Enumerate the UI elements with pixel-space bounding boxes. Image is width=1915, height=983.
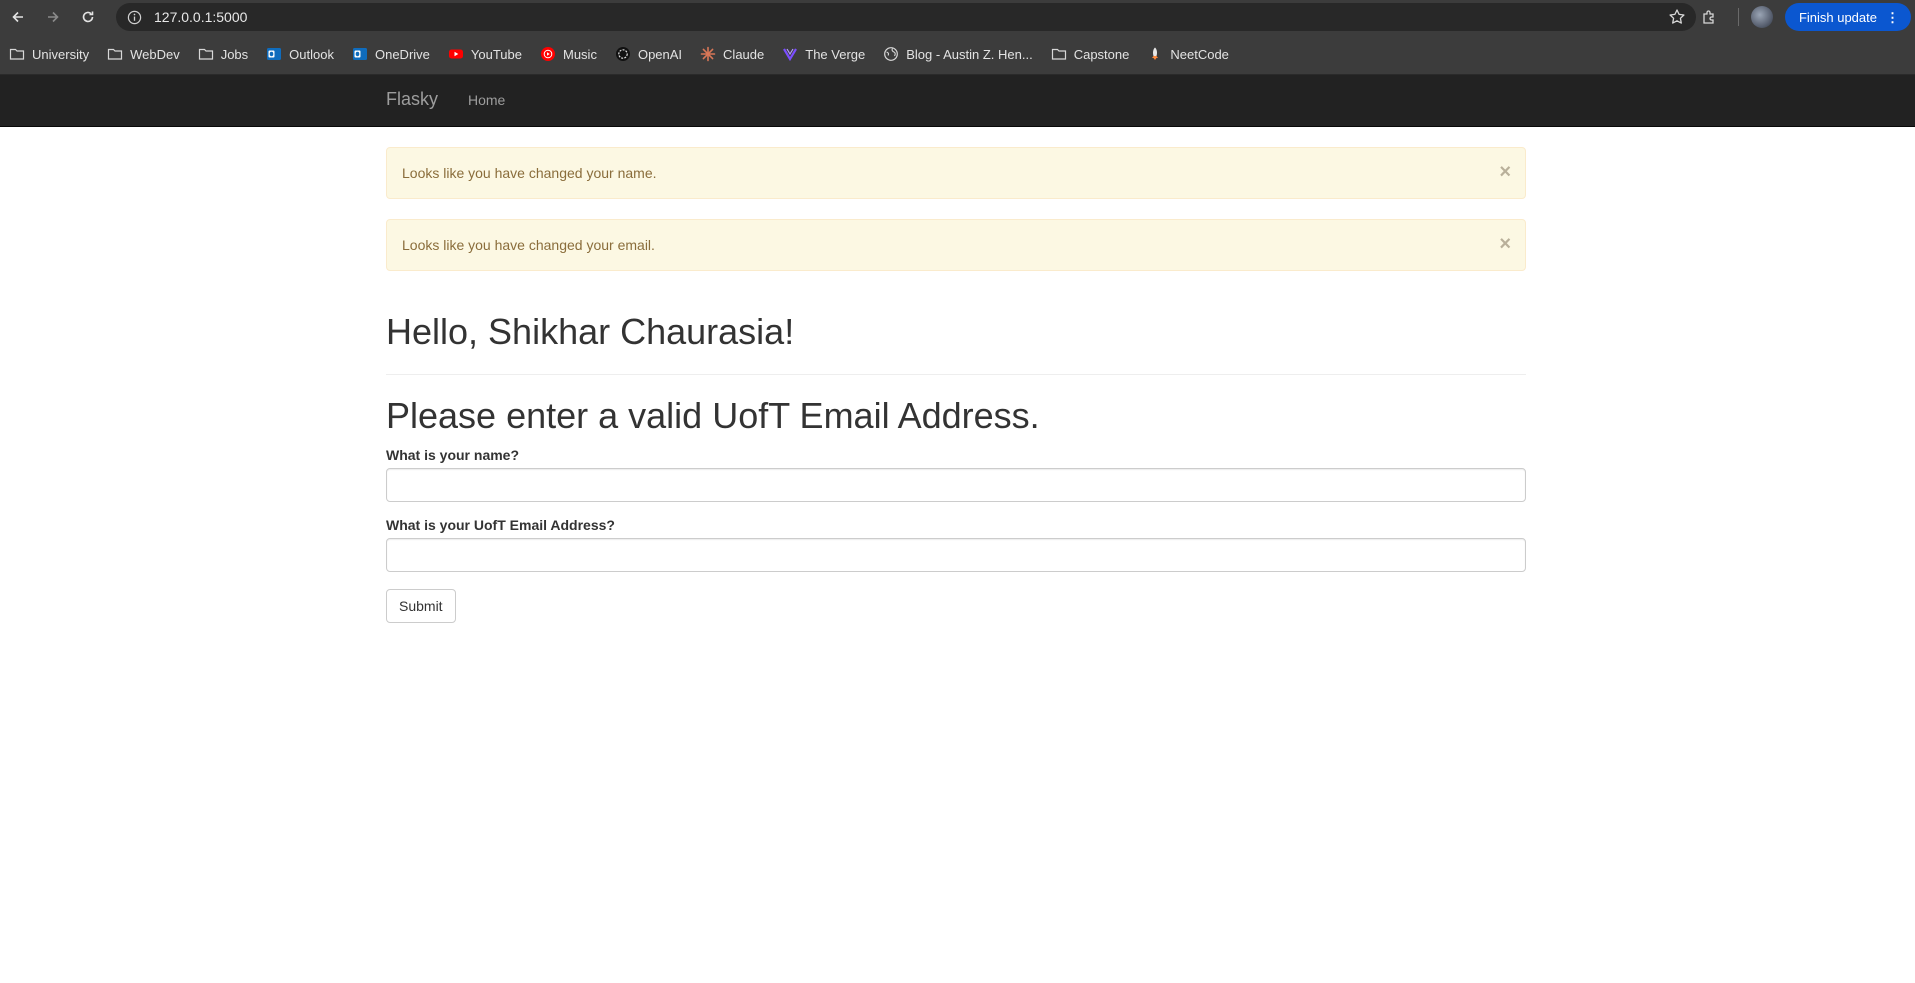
bookmark-youtube[interactable]: YouTube: [448, 46, 531, 62]
bookmark-webdev[interactable]: WebDev: [107, 46, 189, 62]
bookmarks-bar: University WebDev Jobs Outlook OneDrive …: [0, 34, 1915, 75]
bookmark-label: Outlook: [289, 46, 334, 62]
bookmark-outlook[interactable]: Outlook: [266, 46, 343, 62]
bookmark-university[interactable]: University: [9, 46, 98, 62]
email-form-group: What is your UofT Email Address?: [386, 517, 1526, 572]
name-input[interactable]: [386, 468, 1526, 502]
back-arrow-icon[interactable]: [4, 3, 32, 31]
finish-update-button[interactable]: Finish update ⋮: [1784, 3, 1911, 31]
divider: [386, 374, 1526, 375]
bookmark-openai[interactable]: OpenAI: [615, 46, 691, 62]
bookmark-label: NeetCode: [1170, 46, 1229, 62]
folder-icon: [198, 46, 214, 62]
bookmark-onedrive[interactable]: OneDrive: [352, 46, 439, 62]
site-navbar: Flasky Home: [0, 75, 1915, 127]
bookmark-neetcode[interactable]: NeetCode: [1147, 46, 1238, 62]
name-form-group: What is your name?: [386, 447, 1526, 502]
name-label: What is your name?: [386, 447, 520, 463]
bookmark-music[interactable]: Music: [540, 46, 606, 62]
bookmark-label: Blog - Austin Z. Hen...: [906, 46, 1033, 62]
alert-close-icon[interactable]: ×: [1499, 162, 1511, 182]
folder-icon: [1051, 46, 1067, 62]
bookmark-label: Music: [563, 46, 597, 62]
bookmark-label: Capstone: [1073, 46, 1130, 62]
page-content: Flasky Home Looks like you have changed …: [0, 75, 1915, 983]
folder-icon: [107, 46, 123, 62]
forward-arrow-icon[interactable]: [39, 3, 67, 31]
alert-email-changed: Looks like you have changed your email. …: [386, 219, 1526, 271]
alert-name-changed: Looks like you have changed your name. ×: [386, 147, 1526, 199]
bookmark-blog[interactable]: Blog - Austin Z. Hen...: [883, 46, 1041, 62]
bookmark-label: University: [32, 46, 90, 62]
browser-toolbar: 127.0.0.1:5000 Finish update ⋮: [0, 0, 1915, 34]
globe-icon: [883, 46, 899, 62]
bookmark-label: Jobs: [220, 46, 249, 62]
finish-update-label: Finish update: [1798, 9, 1877, 25]
greeting-heading: Hello, Shikhar Chaurasia!: [386, 311, 795, 352]
youtube-music-icon: [540, 46, 556, 62]
bookmark-label: OneDrive: [374, 46, 430, 62]
email-label: What is your UofT Email Address?: [386, 517, 615, 533]
bookmark-jobs[interactable]: Jobs: [198, 46, 257, 62]
main-container: Looks like you have changed your name. ×…: [386, 147, 1526, 623]
address-bar[interactable]: 127.0.0.1:5000: [116, 3, 1696, 31]
site-info-icon[interactable]: [120, 3, 148, 31]
toolbar-separator: [1737, 8, 1739, 26]
bookmark-the-verge[interactable]: The Verge: [782, 46, 874, 62]
extensions-puzzle-icon[interactable]: [1696, 3, 1724, 31]
claude-icon: [700, 46, 716, 62]
outlook-icon: [266, 46, 282, 62]
reload-icon[interactable]: [74, 3, 102, 31]
more-menu-icon: ⋮: [1886, 9, 1899, 25]
brand-link[interactable]: Flasky: [386, 89, 438, 110]
profile-avatar[interactable]: [1750, 6, 1773, 28]
nav-home-link[interactable]: Home: [468, 92, 505, 108]
profile-form: What is your name? What is your UofT Ema…: [386, 447, 1526, 623]
url-text[interactable]: 127.0.0.1:5000: [154, 9, 247, 25]
bookmark-label: The Verge: [805, 46, 866, 62]
youtube-icon: [448, 46, 464, 62]
outlook-icon: [352, 46, 368, 62]
verge-icon: [782, 46, 798, 62]
bookmark-label: YouTube: [470, 46, 522, 62]
bookmark-claude[interactable]: Claude: [700, 46, 773, 62]
openai-icon: [615, 46, 631, 62]
submit-button[interactable]: Submit: [386, 589, 456, 623]
bookmark-capstone[interactable]: Capstone: [1051, 46, 1139, 62]
browser-chrome: 127.0.0.1:5000 Finish update ⋮ Universit…: [0, 0, 1915, 75]
folder-icon: [9, 46, 25, 62]
toolbar-right: Finish update ⋮: [1696, 0, 1915, 34]
alert-message: Looks like you have changed your name.: [402, 165, 657, 181]
bookmark-label: OpenAI: [637, 46, 683, 62]
bookmark-star-icon[interactable]: [1668, 8, 1686, 26]
alert-message: Looks like you have changed your email.: [402, 237, 655, 253]
bookmark-label: Claude: [723, 46, 765, 62]
bookmark-label: WebDev: [130, 46, 180, 62]
email-input[interactable]: [386, 538, 1526, 572]
prompt-heading: Please enter a valid UofT Email Address.: [386, 395, 1040, 436]
alert-close-icon[interactable]: ×: [1499, 234, 1511, 254]
rocket-icon: [1147, 46, 1163, 62]
